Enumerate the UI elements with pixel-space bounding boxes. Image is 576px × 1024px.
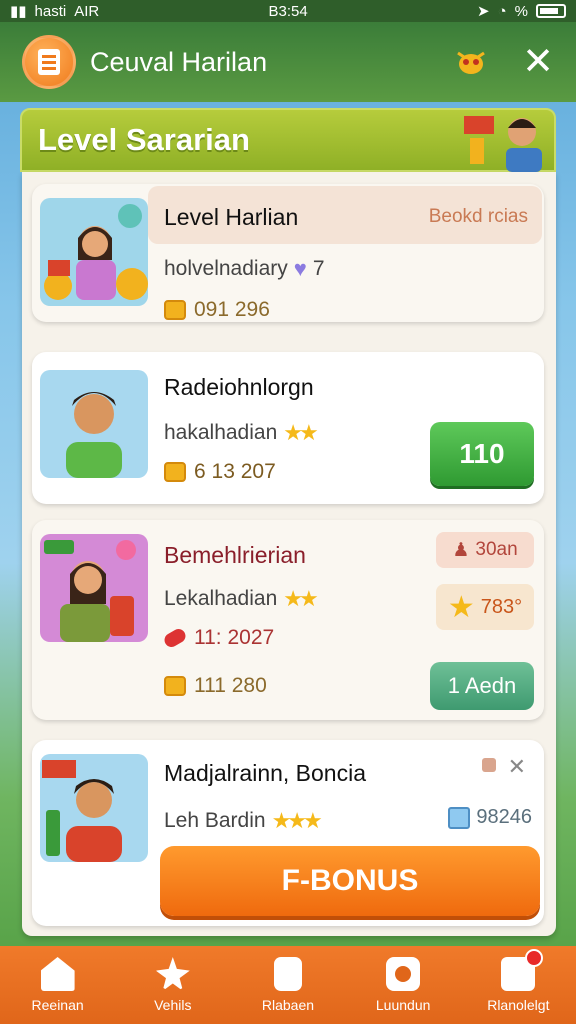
heart-icon: ♥ — [293, 256, 307, 281]
bonus-button[interactable]: F-BONUS — [160, 846, 540, 916]
app-title: Ceuval Harilan — [90, 46, 268, 77]
subtitle-text: holvelnadiary — [164, 257, 288, 280]
nav-item-chat[interactable]: Vehils — [118, 957, 228, 1013]
document-icon — [273, 957, 302, 991]
card-title: Radeiohnlorgn — [164, 374, 314, 400]
carrier-text: hasti — [34, 2, 67, 20]
gift-value: 98246 — [476, 806, 532, 828]
character-thumbnail — [40, 754, 148, 862]
nav-label: Rlabaen — [261, 997, 315, 1013]
nav-item-phone[interactable]: Rlanolelgt — [463, 949, 573, 1013]
main-panel: Beokd rcias Level Harlian holvelnadiary … — [22, 172, 556, 936]
secondary-value: 11: 2027 — [194, 626, 275, 649]
level-banner: Level Sararian — [20, 108, 556, 172]
subtitle-suffix: 7 — [312, 257, 325, 280]
flag-icon — [482, 758, 496, 772]
star-reward: ★ 783° — [436, 584, 534, 630]
card-coin-stat: 091 296 — [164, 298, 270, 322]
nav-label: Reeinan — [31, 997, 84, 1013]
claim-button[interactable]: 110 — [430, 422, 534, 486]
nav-item-document[interactable]: Rlabaen — [233, 957, 343, 1013]
person-icon: ♟ — [452, 539, 470, 561]
clock: B3:54 — [268, 2, 308, 20]
star-value: 783° — [480, 595, 523, 618]
nav-item-camera[interactable]: Luundun — [348, 957, 458, 1013]
level-card-4[interactable]: Madjalrainn, Boncia ✕ Leh Bardin ★★★ 982… — [32, 740, 544, 926]
star-icon: ★ — [447, 590, 475, 624]
character-thumbnail — [40, 534, 148, 642]
notification-badge — [525, 949, 544, 967]
card-title: Level Harlian — [164, 204, 299, 230]
notes-icon[interactable] — [22, 35, 76, 89]
nav-label: Rlanolelgt — [487, 997, 550, 1013]
card-subtitle: Leh Bardin ★★★ — [164, 808, 323, 834]
network-text: AIR — [74, 2, 100, 20]
bug-icon[interactable] — [454, 47, 488, 77]
chat-bubble-icon — [155, 957, 190, 991]
battery-icon — [536, 4, 566, 18]
card-title: Madjalrainn, Boncia — [164, 760, 367, 786]
status-bar: ▮▮ hasti AIR B3:54 ➤ ◔ % — [0, 0, 576, 22]
wifi-icon: ◔ — [497, 2, 507, 20]
coin-icon — [164, 462, 186, 482]
signal-icon: ▮▮ — [10, 3, 27, 20]
star-icon: ★★ — [283, 420, 319, 445]
tag-text: 30an — [475, 539, 518, 560]
status-right: ➤ ◔ % — [477, 2, 566, 20]
coin-value: 091 296 — [194, 298, 270, 321]
card-title: Bemehlrierian — [164, 542, 306, 568]
coin-icon — [164, 300, 186, 320]
location-icon: ➤ — [477, 3, 490, 20]
card-coin-stat: 6 13 207 — [164, 460, 276, 484]
nav-label: Luundun — [375, 997, 431, 1013]
card-coin-stat: 111 280 — [164, 674, 267, 698]
card-subtitle: holvelnadiary ♥ 7 — [164, 256, 325, 282]
status-left: ▮▮ hasti AIR — [10, 2, 100, 21]
star-icon: ★★★ — [271, 808, 323, 833]
close-icon[interactable]: ✕ — [522, 43, 554, 81]
level-card-3[interactable]: Bemehlrierian Lekalhadian ★★ 11: 2027 11… — [32, 520, 544, 720]
nav-label: Vehils — [154, 997, 192, 1013]
nav-item-home[interactable]: Reeinan — [3, 957, 113, 1013]
close-icon[interactable]: ✕ — [508, 754, 526, 780]
gift-icon — [448, 806, 471, 829]
bottom-nav: Reeinan Vehils Rlabaen Luundun Rlanolelg… — [0, 946, 576, 1024]
app-header: Ceuval Harilan ✕ — [0, 22, 576, 102]
level-card-1[interactable]: Beokd rcias Level Harlian holvelnadiary … — [32, 184, 544, 322]
card-secondary-stat: 11: 2027 — [161, 626, 275, 650]
card-subtitle: Lekalhadian ★★ — [164, 586, 319, 612]
coin-value: 6 13 207 — [194, 460, 276, 483]
coin-value: 111 280 — [194, 674, 267, 697]
person-illustration — [464, 116, 542, 172]
subtitle-text: Leh Bardin — [164, 809, 266, 832]
card-badge-label: Beokd rcias — [428, 206, 528, 227]
subtitle-text: hakalhadian — [164, 421, 278, 444]
battery-percent: % — [514, 2, 528, 20]
star-icon: ★★ — [283, 586, 319, 611]
character-thumbnail — [40, 370, 148, 478]
character-thumbnail — [40, 198, 148, 306]
home-icon — [40, 957, 75, 991]
action-button[interactable]: 1 Aedn — [430, 662, 534, 710]
timer-tag: ♟ 30an — [436, 532, 534, 568]
coin-icon — [164, 676, 186, 696]
banner-title: Level Sararian — [38, 122, 250, 157]
card-subtitle: hakalhadian ★★ — [164, 420, 319, 446]
level-card-2[interactable]: Radeiohnlorgn hakalhadian ★★ 6 13 207 11… — [32, 352, 544, 504]
phone-icon — [501, 949, 544, 991]
pill-icon — [161, 626, 189, 650]
gift-stat: 98246 — [448, 806, 532, 829]
camera-icon — [386, 957, 421, 991]
subtitle-text: Lekalhadian — [164, 587, 278, 610]
